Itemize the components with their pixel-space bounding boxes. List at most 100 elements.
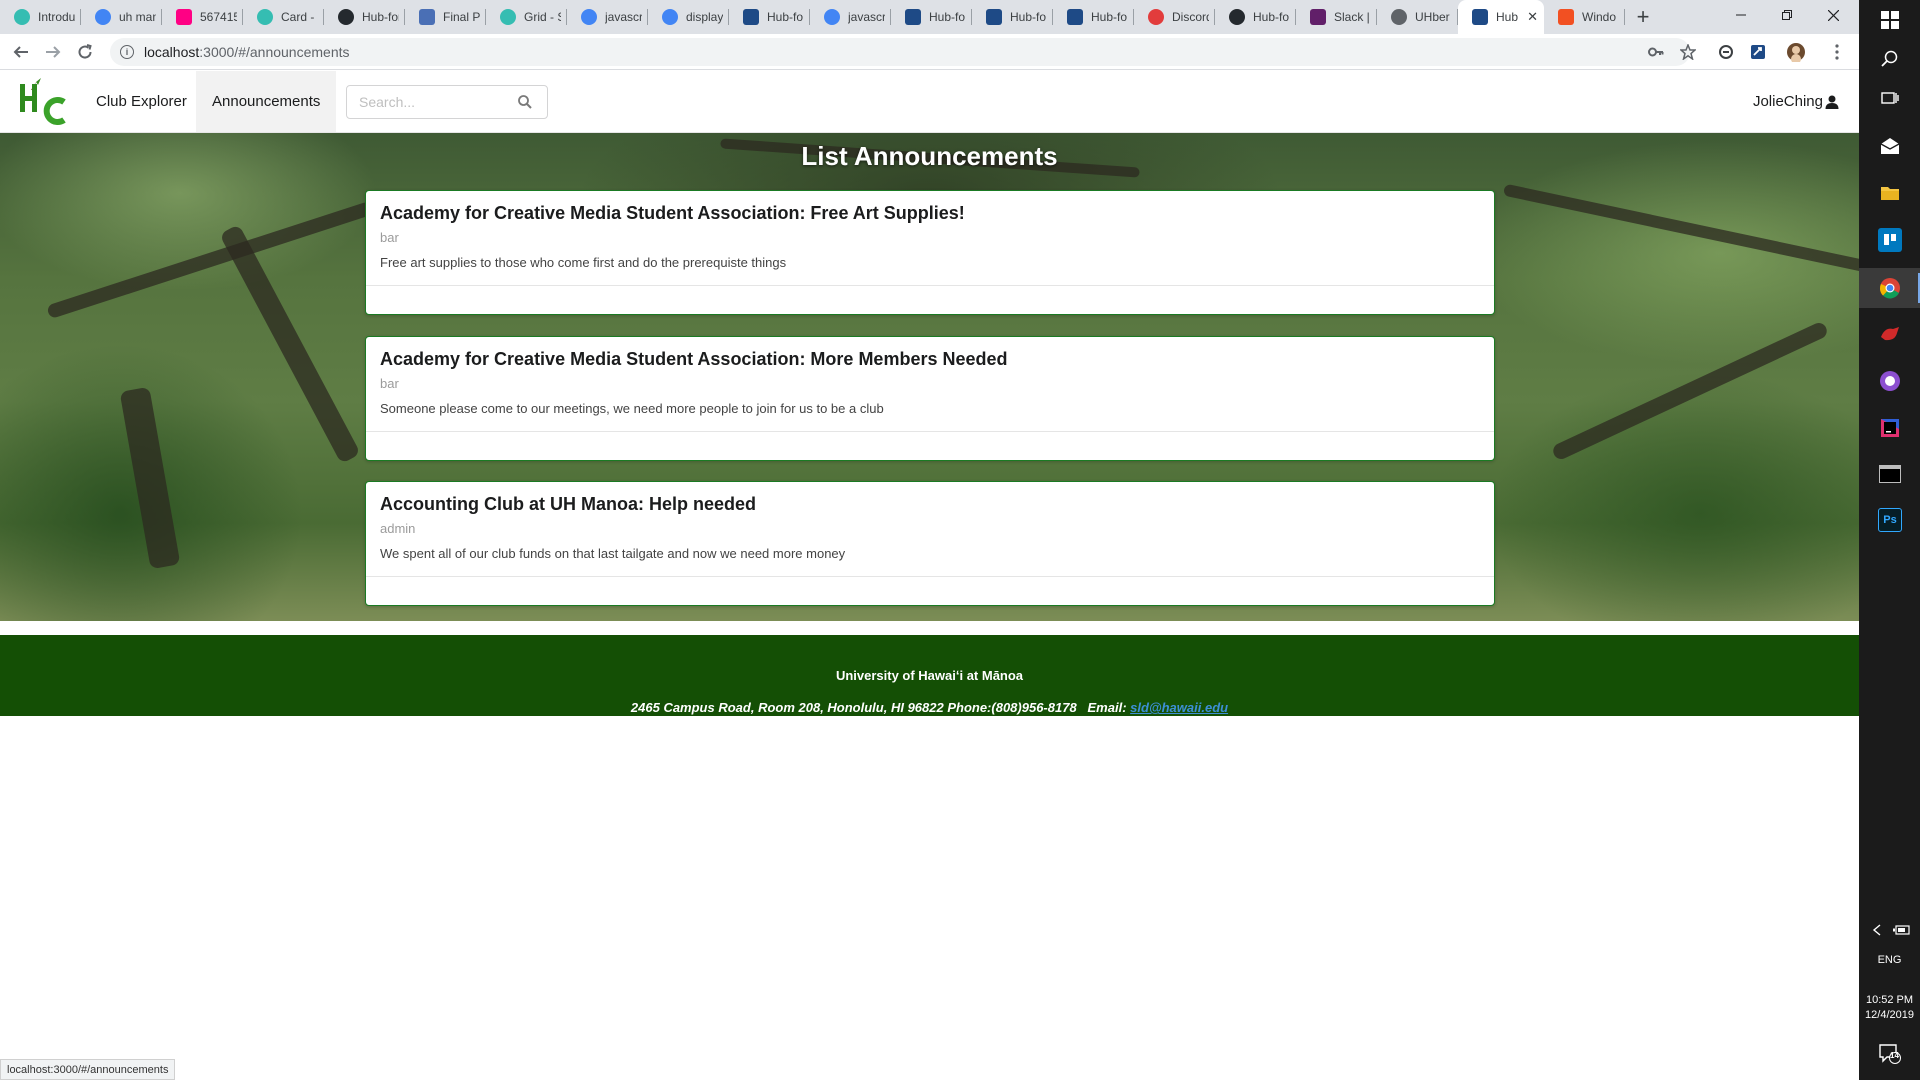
browser-tab[interactable]: Card - S [243,0,324,34]
browser-tab[interactable]: UHber [1377,0,1458,34]
action-center-button[interactable]: 14 [1878,1042,1902,1066]
forward-button[interactable] [41,40,65,64]
browser-tab[interactable]: Introdu [0,0,81,34]
task-view-icon [1881,92,1899,104]
show-hidden-icons-button[interactable] [1867,918,1887,942]
notification-count: 14 [1890,1051,1899,1060]
browser-tab-active[interactable]: Hub ✕ [1458,0,1544,34]
star-icon [1680,44,1696,60]
close-tab-icon[interactable]: ✕ [1527,9,1538,25]
semantic-ui-icon [14,9,30,25]
semantic-ui-icon [257,9,273,25]
top-navbar: Club Explorer Announcements JolieChing [0,71,1859,133]
browser-tab[interactable]: Final Pr [405,0,486,34]
nav-announcements-label: Announcements [212,93,321,110]
google-icon [662,9,678,25]
browser-tab-strip: Introdu uh man 567415 Card - S Hub-for Final … [0,0,1859,34]
mail-app-button[interactable] [1878,134,1902,158]
system-clock[interactable]: 10:52 PM 12/4/2019 [1859,993,1920,1023]
browser-tab[interactable]: uh man [81,0,162,34]
browser-tab[interactable]: Hub-fo [729,0,810,34]
task-view-button[interactable] [1878,87,1902,111]
password-key-button[interactable] [1644,40,1668,64]
browser-menu-button[interactable] [1825,40,1849,64]
reload-button[interactable] [73,40,97,64]
browser-tab[interactable]: Hub-fo [891,0,972,34]
meteor-icon [1067,9,1083,25]
browser-tab-title: Hub-for [362,10,399,24]
meteor-icon [1472,9,1488,25]
search-taskbar-button[interactable] [1878,47,1902,71]
browser-tab[interactable]: Discord [1134,0,1215,34]
chrome-icon [1880,278,1900,299]
restore-button[interactable] [1764,0,1810,30]
browser-tab[interactable]: display [648,0,729,34]
close-icon [1827,9,1839,21]
link-status-bar: localhost:3000/#/announcements [0,1059,176,1080]
github-icon [338,9,354,25]
search-input[interactable] [347,94,515,110]
slack-icon [1310,9,1326,25]
google-icon [95,9,111,25]
announcement-title: Accounting Club at UH Manoa: Help needed [380,494,757,514]
file-explorer-button[interactable] [1878,181,1902,205]
purple-app-icon [1880,371,1900,391]
browser-tab[interactable]: javascri [567,0,648,34]
nav-club-explorer[interactable]: Club Explorer [80,71,203,132]
photoshop-icon: Ps [1883,514,1897,526]
photoshop-app-button[interactable]: Ps [1878,508,1902,532]
trello-app-button[interactable] [1878,228,1902,252]
browser-tab-title: Hub [1496,10,1519,24]
sync-extension-icon [1719,45,1733,59]
footer-address-text: 2465 Campus Road, Room 208, Honolulu, HI… [630,700,1077,715]
search-box[interactable] [346,85,548,119]
search-icon[interactable] [515,95,535,109]
browser-tab[interactable]: Hub-for [324,0,405,34]
input-language-indicator[interactable]: ENG [1859,954,1920,966]
app-button-purple[interactable] [1878,369,1902,393]
app-button-red[interactable] [1878,322,1902,346]
user-menu[interactable]: JolieChing [1753,71,1839,132]
bookmark-button[interactable] [1676,40,1700,64]
browser-tab[interactable]: Windo [1544,0,1625,34]
close-window-button[interactable] [1810,0,1856,30]
chrome-app-button[interactable] [1878,276,1902,300]
announcements-section: List Announcements Academy for Creative … [0,133,1859,621]
browser-tab[interactable]: Hub-fo [1053,0,1134,34]
nav-announcements[interactable]: Announcements [196,71,337,132]
browser-tab[interactable]: Hub-fo [972,0,1053,34]
browser-tab-title: Hub-fo [1010,10,1047,24]
browser-tab-title: Grid - S [524,10,561,24]
browser-tab-title: Windo [1582,10,1617,24]
url-text: localhost:3000/#/announcements [144,44,350,60]
minimize-button[interactable] [1718,0,1764,30]
card-divider [366,576,1494,577]
announcement-title: Academy for Creative Media Student Assoc… [380,349,1008,369]
footer-email-link[interactable]: sld@hawaii.edu [1130,700,1228,715]
browser-tab-title: uh man [119,10,156,24]
address-bar[interactable]: i localhost:3000/#/announcements [110,38,1690,66]
new-tab-button[interactable]: + [1629,0,1657,34]
announcement-card: Academy for Creative Media Student Assoc… [365,190,1495,315]
browser-tab[interactable]: Grid - S [486,0,567,34]
terminal-app-button[interactable] [1878,462,1902,486]
site-info-icon[interactable]: i [120,45,134,59]
extension-sync-button[interactable] [1714,40,1738,64]
back-button[interactable] [9,40,33,64]
jetbrains-app-button[interactable] [1878,416,1902,440]
hub-logo[interactable] [17,76,69,128]
browser-tab-title: Hub-fo [1253,10,1290,24]
extension-button[interactable] [1746,40,1770,64]
browser-tab[interactable]: Slack | [1296,0,1377,34]
battery-button[interactable] [1891,918,1913,942]
browser-tab[interactable]: Hub-fo [1215,0,1296,34]
site-footer: University of Hawaiʻi at Mānoa 2465 Camp… [0,635,1859,716]
browser-tab-title: Slack | [1334,10,1370,24]
windows-start-button[interactable] [1878,8,1902,32]
browser-tab[interactable]: 567415 [162,0,243,34]
browser-tab[interactable]: javascri [810,0,891,34]
footer-address: 2465 Campus Road, Room 208, Honolulu, HI… [0,700,1859,715]
folder-icon [1881,187,1899,200]
windows-logo-icon [1881,11,1899,29]
profile-button[interactable] [1784,40,1808,64]
